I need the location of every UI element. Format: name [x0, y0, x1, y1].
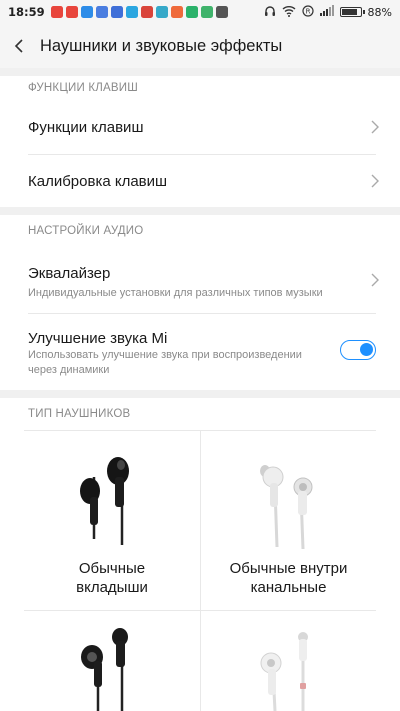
- chevron-right-icon: [371, 120, 379, 134]
- row-equalizer-label: Эквалайзер: [28, 265, 111, 282]
- in-ear-white-icon: [260, 465, 313, 550]
- row-mi-sound-label: Улучшение звука Mi: [28, 330, 168, 347]
- more-icon: [215, 6, 228, 18]
- row-mi-sound-enhancement[interactable]: Улучшение звука Mi Использовать улучшени…: [0, 314, 400, 390]
- svg-text:R: R: [305, 7, 310, 15]
- app-icon-teal: [155, 6, 168, 18]
- row-mi-sound-subtitle-line2: через динамики: [28, 364, 110, 376]
- title-bar: Наушники и звуковые эффекты: [0, 24, 400, 68]
- gmail-icon: [140, 6, 153, 18]
- headphone-type-earbuds-line2: вкладыши: [76, 579, 148, 596]
- signal-icon: [319, 5, 334, 19]
- earbuds-black-icon: [80, 457, 129, 545]
- app-icon-blue-2: [110, 6, 123, 18]
- mi-sound-toggle[interactable]: [340, 340, 376, 360]
- chevron-right-icon: [371, 273, 379, 287]
- app-icon-green: [185, 6, 198, 18]
- row-key-functions[interactable]: Функции клавиш: [0, 100, 400, 154]
- section-separator: [0, 68, 400, 76]
- tiktok-icon: [50, 6, 63, 18]
- status-right: R 88%: [264, 4, 392, 20]
- headphone-type-option-4[interactable]: [201, 611, 376, 711]
- headphone-type-in-ear-line1: Обычные внутри: [229, 560, 348, 577]
- row-key-calibration-label: Калибровка клавиш: [28, 173, 168, 190]
- section-header-headphone-type: ТИП НАУШНИКОВ: [0, 398, 400, 430]
- section-header-audio: НАСТРОЙКИ АУДИО: [0, 215, 400, 247]
- photo-icon: [170, 6, 183, 18]
- headphones-icon: [264, 5, 276, 20]
- status-time: 18:59: [8, 5, 45, 19]
- headphone-type-earbuds[interactable]: Обычные вкладыши: [24, 431, 200, 610]
- row-equalizer[interactable]: Эквалайзер Индивидуальные установки для …: [0, 247, 400, 313]
- headphones-black-icon: [81, 628, 128, 711]
- row-key-functions-label: Функции клавиш: [28, 119, 144, 136]
- app-icon-blue: [95, 6, 108, 18]
- status-bar: 18:59 R 88%: [0, 0, 400, 24]
- headphone-type-in-ear[interactable]: Обычные внутри канальные: [201, 431, 376, 610]
- dropbox-icon: [80, 6, 93, 18]
- battery-percent: 88%: [367, 5, 392, 19]
- notification-icons: [50, 6, 228, 18]
- toggle-knob: [360, 343, 373, 356]
- registered-icon: R: [301, 4, 314, 20]
- row-key-calibration[interactable]: Калибровка клавиш: [0, 155, 400, 207]
- section-header-key-functions: ФУНКЦИИ КЛАВИШ: [0, 76, 400, 100]
- chevron-right-icon: [371, 174, 379, 188]
- row-mi-sound-subtitle-line1: Использовать улучшение звука при воспрои…: [28, 349, 302, 361]
- headphone-type-in-ear-line2: канальные: [250, 579, 327, 596]
- page-title: Наушники и звуковые эффекты: [40, 36, 283, 55]
- section-separator: [0, 390, 400, 398]
- shield-icon: [125, 6, 138, 18]
- battery-icon: [339, 7, 365, 17]
- headphones-white-icon: [260, 632, 308, 711]
- headphone-type-earbuds-line1: Обычные: [78, 560, 146, 577]
- row-equalizer-subtitle: Индивидуальные установки для различных т…: [28, 287, 323, 299]
- back-arrow-icon: [14, 39, 23, 53]
- back-button[interactable]: [0, 24, 40, 68]
- play-store-icon: [200, 6, 213, 18]
- headphone-type-option-3[interactable]: [24, 611, 200, 711]
- section-separator: [0, 207, 400, 215]
- tiktok-icon-2: [65, 6, 78, 18]
- wifi-icon: [282, 5, 296, 20]
